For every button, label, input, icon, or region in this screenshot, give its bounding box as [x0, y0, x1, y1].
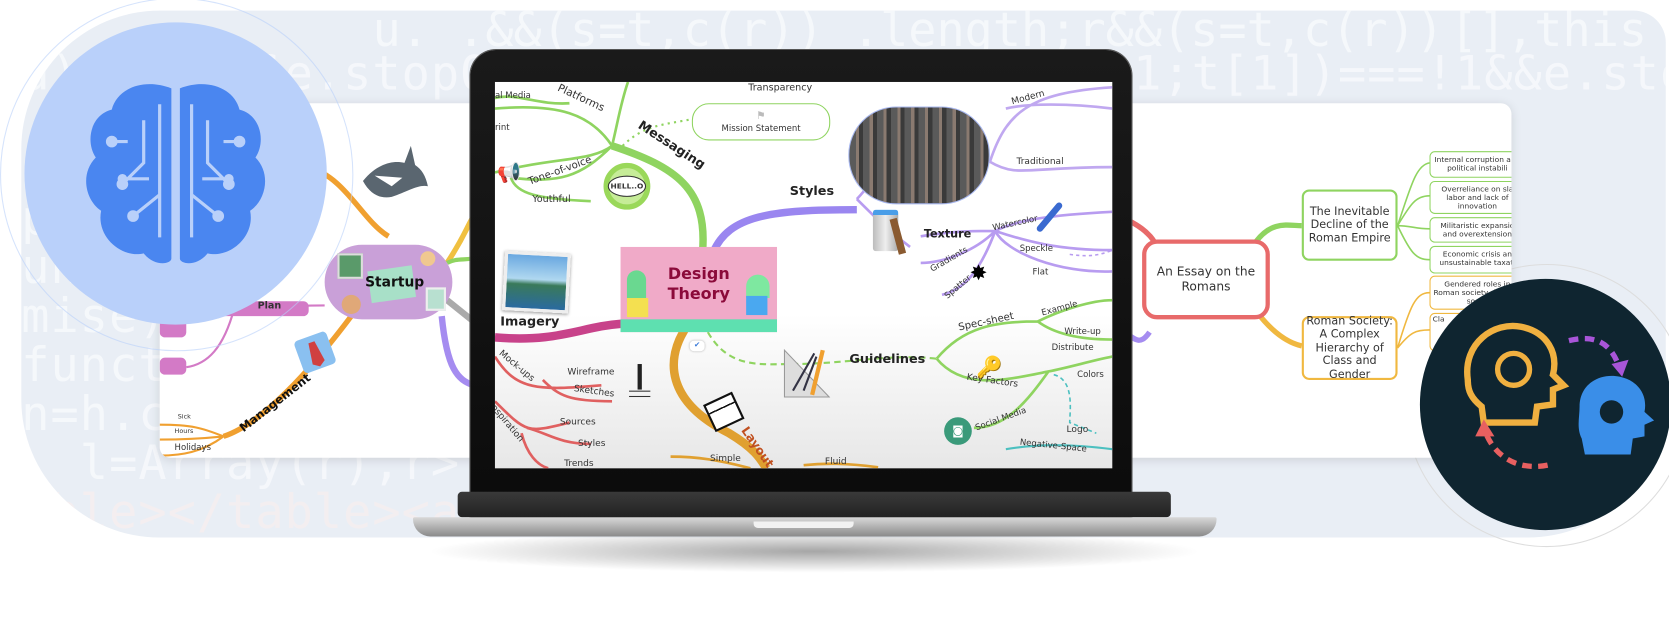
idea-exchange-circle	[1419, 278, 1669, 531]
pen-base-icon	[629, 390, 651, 398]
label-social-media-top: al Media	[494, 90, 531, 101]
design-theory-node[interactable]: Design Theory	[620, 246, 778, 333]
essay-central-node[interactable]: An Essay on the Romans	[1142, 239, 1270, 320]
laptop-keyboard	[457, 491, 1171, 518]
coin-icon	[341, 294, 361, 314]
label-print: rint	[494, 122, 510, 132]
branch	[1253, 222, 1302, 244]
label-youthful: Youthful	[532, 194, 571, 206]
label-colors: Colors	[1077, 369, 1104, 379]
leaf-holidays: Holidays	[174, 442, 212, 453]
camera-icon: ◙	[944, 417, 972, 445]
typography-image	[848, 106, 990, 205]
plant-icon	[746, 274, 770, 299]
label-write-up: Write-up	[1064, 326, 1101, 337]
decline-point[interactable]: Overreliance on sla labor and lack of in…	[1429, 180, 1512, 214]
shark-icon	[360, 144, 430, 206]
idea-exchange-icon	[1464, 322, 1655, 470]
label-simple: Simple	[709, 453, 741, 465]
decline-point[interactable]: Economic crisis an unsustainable taxati	[1429, 245, 1512, 274]
pot-icon	[626, 298, 649, 318]
coin-icon	[420, 251, 436, 267]
society-label: Roman Society: A Complex Hierarchy of Cl…	[1306, 314, 1393, 381]
drafting-tools-icon	[782, 348, 831, 399]
decline-node[interactable]: The Inevitable Decline of the Roman Empi…	[1301, 189, 1398, 261]
checkbox-badge[interactable]: ✔	[689, 340, 705, 352]
flag-icon: ⚑	[756, 110, 766, 123]
label-flat: Flat	[1032, 267, 1049, 277]
decline-point[interactable]: Internal corruption and political instab…	[1429, 151, 1512, 178]
play-sticker-icon	[425, 287, 446, 311]
point-text: Overreliance on sla labor and lack of in…	[1441, 185, 1512, 211]
decline-label: The Inevitable Decline of the Roman Empi…	[1308, 205, 1391, 245]
head-outline-icon	[1464, 322, 1570, 426]
bulb-icon	[1494, 350, 1533, 388]
arrow-red	[1481, 426, 1549, 470]
label-styles-leaf: Styles	[577, 438, 606, 450]
mission-statement-node[interactable]: ⚑ Mission Statement	[691, 103, 831, 141]
plan-label: Plan	[257, 301, 282, 312]
photo-sticker-icon	[337, 253, 363, 279]
branch-imagery[interactable]: Imagery	[500, 314, 559, 329]
laptop-base	[412, 517, 1217, 537]
point-text: Economic crisis an unsustainable taxati	[1439, 250, 1512, 268]
branch-guidelines[interactable]: Guidelines	[849, 351, 925, 366]
branch	[438, 315, 475, 389]
decline-connectors	[1396, 162, 1430, 261]
hello-text: HELL..O	[607, 175, 647, 198]
point-text: Militaristic expansio and overextension	[1440, 221, 1512, 239]
code-line: funct	[21, 338, 168, 393]
label-sources: Sources	[559, 417, 596, 428]
hello-bubble-icon: HELL..O	[603, 162, 651, 210]
branch-texture[interactable]: Texture	[924, 228, 971, 241]
label-traditional: Traditional	[1016, 156, 1064, 168]
styles-branch	[709, 205, 857, 254]
pen-icon	[637, 364, 642, 390]
pot-icon	[746, 295, 768, 316]
mission-label: Mission Statement	[721, 123, 801, 133]
brain-circle	[24, 22, 327, 325]
label-trends: Trends	[564, 458, 594, 469]
label-speckle: Speckle	[1019, 243, 1053, 254]
startup-label: Startup	[365, 274, 425, 291]
design-theory-title: Design Theory	[667, 263, 730, 304]
label-distribute: Distribute	[1051, 342, 1094, 353]
brain-circuit-icon	[86, 84, 266, 264]
branch-styles[interactable]: Styles	[790, 183, 834, 198]
pink-node	[159, 357, 187, 375]
essay-title: An Essay on the Romans	[1156, 263, 1256, 294]
bulb-icon	[1599, 400, 1624, 424]
decline-point[interactable]: Militaristic expansio and overextension	[1429, 217, 1512, 243]
leaf-sick: Sick	[177, 412, 191, 421]
shelf-bar	[620, 319, 778, 333]
leaf-hours: Hours	[174, 427, 194, 436]
startup-node[interactable]: Startup	[324, 244, 453, 320]
label-transparency: Transparency	[748, 83, 813, 94]
splatter-icon: ✸	[969, 259, 988, 286]
trackpad-notch	[753, 521, 854, 528]
label-fluid: Fluid	[824, 456, 847, 468]
label-wireframe: Wireframe	[567, 367, 615, 378]
point-text: Internal corruption and political instab…	[1434, 155, 1511, 173]
landscape-photo-icon	[501, 250, 571, 314]
society-node[interactable]: Roman Society: A Complex Hierarchy of Cl…	[1301, 314, 1398, 381]
megaphone-icon: 📢	[497, 161, 521, 185]
label-logo: Logo	[1066, 424, 1089, 436]
laptop-screen-mindmap: Transparency al Media rint Platforms Mes…	[494, 81, 1113, 469]
